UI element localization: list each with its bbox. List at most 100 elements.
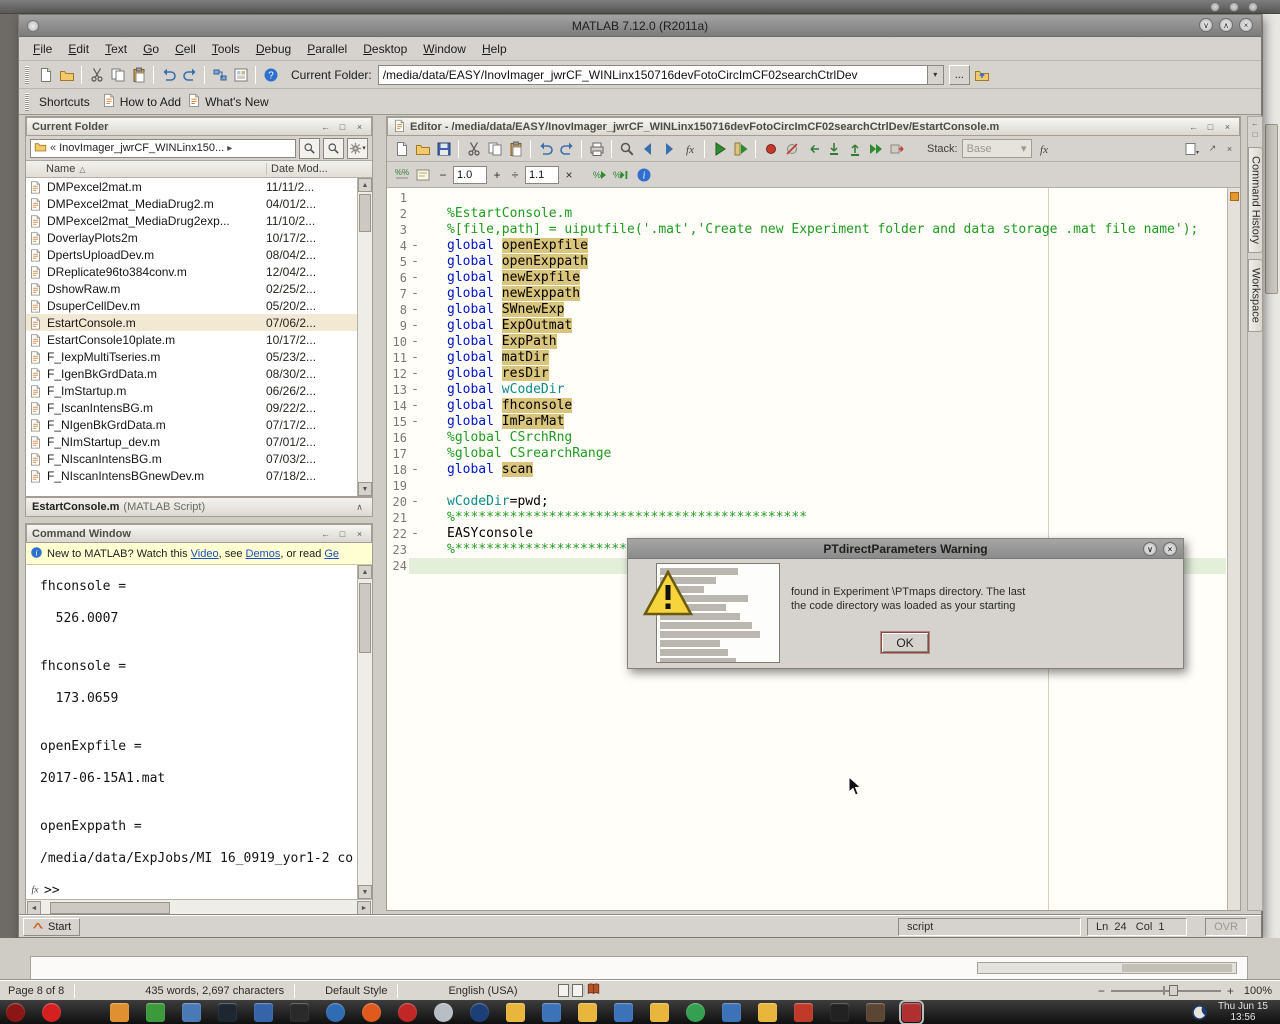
bg-close-icon[interactable] <box>1248 2 1258 12</box>
menu-go[interactable]: Go <box>135 40 167 58</box>
insert-function-icon[interactable]: fx <box>679 138 700 159</box>
insert-section-break-icon[interactable]: %% <box>391 164 412 185</box>
menu-parallel[interactable]: Parallel <box>299 40 355 58</box>
file-row[interactable]: F_IscanIntensBG.m09/22/2... <box>26 399 357 416</box>
menu-cell[interactable]: Cell <box>167 40 204 58</box>
file-row[interactable]: DMPexcel2mat.m11/11/2... <box>26 178 357 195</box>
scroll-down-icon[interactable]: ▼ <box>358 885 372 899</box>
scroll-up-icon[interactable]: ▲ <box>358 178 372 192</box>
taskbar-icon[interactable] <box>110 1003 129 1022</box>
breadcrumb[interactable]: InovImager_jwrCF_WINLinx150... <box>30 139 296 158</box>
taskbar-icon[interactable] <box>6 1003 25 1022</box>
writer-hscrollbar[interactable] <box>977 962 1237 974</box>
undock-icon[interactable] <box>1206 142 1219 155</box>
shortcut-whats-new[interactable]: What's New <box>187 93 269 110</box>
scrollbar-thumb[interactable] <box>359 583 371 653</box>
step-out-icon[interactable] <box>844 138 865 159</box>
find-icon[interactable] <box>616 138 637 159</box>
code-line[interactable]: 8-global SWnewExp <box>387 302 1226 318</box>
open-folder-icon[interactable] <box>412 138 433 159</box>
code-line[interactable]: 13-global wCodeDir <box>387 382 1226 398</box>
redo-icon[interactable] <box>179 64 200 85</box>
taskbar-icon[interactable] <box>722 1003 741 1022</box>
file-row[interactable]: F_NIscanIntensBG.m07/03/2... <box>26 450 357 467</box>
zoom-percent[interactable]: 100% <box>1244 985 1272 997</box>
command-output-area[interactable]: fhconsole = 526.0007 fhconsole = 173.065… <box>26 565 372 899</box>
taskbar-icon[interactable] <box>686 1003 705 1022</box>
file-row[interactable]: F_NImStartup_dev.m07/01/2... <box>26 433 357 450</box>
taskbar-icon[interactable] <box>362 1003 381 1022</box>
toolbar-grip[interactable] <box>25 66 29 84</box>
menu-desktop[interactable]: Desktop <box>355 40 415 58</box>
shortcuts-grip[interactable] <box>25 93 29 111</box>
taskbar-icon[interactable] <box>326 1003 345 1022</box>
scroll-up-icon[interactable]: ▲ <box>358 565 372 579</box>
cut-icon[interactable] <box>86 64 107 85</box>
zoom-out-icon[interactable]: − <box>1098 984 1105 998</box>
shade-button[interactable] <box>1199 18 1213 32</box>
menu-window[interactable]: Window <box>415 40 474 58</box>
taskbar-icon[interactable] <box>758 1003 777 1022</box>
taskbar-icon[interactable] <box>542 1003 561 1022</box>
scroll-left-icon[interactable]: ◄ <box>27 901 41 915</box>
dock-tab-command-history[interactable]: Command History <box>1248 147 1263 253</box>
scrollbar-thumb[interactable] <box>359 194 371 232</box>
current-folder-header[interactable]: Current Folder <box>26 117 372 136</box>
browse-button[interactable]: ... <box>949 65 970 85</box>
taskbar-icon[interactable] <box>290 1003 309 1022</box>
file-row[interactable]: F_NIscanIntensBGnewDev.m07/18/2... <box>26 467 357 484</box>
file-row[interactable]: DpertsUploadDev.m08/04/2... <box>26 246 357 263</box>
matlab-titlebar[interactable]: MATLAB 7.12.0 (R2011a) <box>19 15 1261 37</box>
evaluate-section-advance-icon[interactable]: % <box>610 164 631 185</box>
undo-icon[interactable] <box>535 138 556 159</box>
start-button[interactable]: Start <box>23 918 80 936</box>
step-in-icon[interactable] <box>823 138 844 159</box>
code-line[interactable]: 15-global ImParMat <box>387 414 1226 430</box>
shade-button[interactable] <box>1143 542 1157 556</box>
current-folder-input[interactable] <box>379 68 927 82</box>
night-mode-tray-icon[interactable] <box>1191 1004 1208 1021</box>
command-window-scrollbar[interactable]: ▲ ▼ <box>357 565 372 899</box>
background-vertical-scrollbar[interactable] <box>1262 14 1280 938</box>
taskbar-icon[interactable] <box>614 1003 633 1022</box>
code-line[interactable]: 11-global matDir <box>387 350 1226 366</box>
insert-text-cell-icon[interactable] <box>412 164 433 185</box>
ok-button[interactable]: OK <box>881 632 929 653</box>
cell-value-1-input[interactable] <box>453 166 487 184</box>
go-back-icon[interactable] <box>637 138 658 159</box>
scroll-down-icon[interactable]: ▼ <box>358 482 372 496</box>
up-folder-icon[interactable] <box>972 64 993 85</box>
cut-icon[interactable] <box>463 138 484 159</box>
evaluate-section-icon[interactable]: % <box>589 164 610 185</box>
close-icon[interactable] <box>1221 120 1234 133</box>
taskbar-icon[interactable] <box>650 1003 669 1022</box>
file-row[interactable]: DoverlayPlots2m10/17/2... <box>26 229 357 246</box>
taskbar-icon[interactable] <box>506 1003 525 1022</box>
dock-mini-icon[interactable]: □ <box>1253 130 1258 141</box>
redo-icon[interactable] <box>556 138 577 159</box>
code-line[interactable]: 1 <box>387 190 1226 206</box>
code-line[interactable]: 21%*************************************… <box>387 510 1226 526</box>
language-selector[interactable]: English (USA) <box>448 985 517 997</box>
code-line[interactable]: 4-global openExpfile <box>387 238 1226 254</box>
code-line[interactable]: 17%global CSrearchRange <box>387 446 1226 462</box>
increase-button[interactable] <box>489 166 505 184</box>
save-icon[interactable] <box>433 138 454 159</box>
taskbar-icon[interactable] <box>146 1003 165 1022</box>
file-row[interactable]: F_IgenBkGrdData.m08/30/2... <box>26 365 357 382</box>
stack-combo[interactable]: Base <box>962 139 1032 158</box>
file-row[interactable]: EstartConsole.m07/06/2... <box>26 314 357 331</box>
command-window-header[interactable]: Command Window <box>26 524 372 543</box>
taskbar-icon[interactable] <box>42 1003 61 1022</box>
file-row[interactable]: DMPexcel2mat_MediaDrug2exp...11/10/2... <box>26 212 357 229</box>
back-chevrons-icon[interactable] <box>50 142 56 154</box>
print-icon[interactable] <box>586 138 607 159</box>
multi-page-view-icon[interactable] <box>572 984 583 997</box>
maximize-icon[interactable] <box>1204 120 1217 133</box>
column-name[interactable]: Name <box>26 163 266 175</box>
banner-link[interactable]: Ge <box>324 548 339 560</box>
menu-debug[interactable]: Debug <box>248 40 299 58</box>
scrollbar-thumb[interactable] <box>1265 124 1278 294</box>
dock-tab-workspace[interactable]: Workspace <box>1248 259 1263 332</box>
run-section-icon[interactable] <box>730 138 751 159</box>
